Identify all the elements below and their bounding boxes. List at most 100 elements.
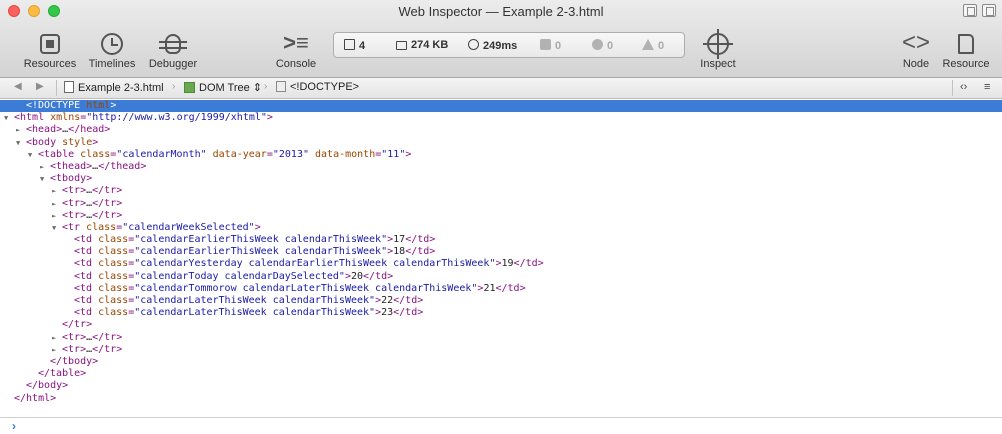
dom-node-markup: <td class="calendarEarlierThisWeek calen… xyxy=(74,246,436,258)
dom-tree-icon xyxy=(184,82,195,93)
console-button[interactable]: >≡ Console xyxy=(270,28,322,76)
dom-node-line[interactable]: <td class="calendarLaterThisWeek calenda… xyxy=(0,307,1002,319)
disclosure-expanded-icon[interactable]: ▼ xyxy=(4,112,14,124)
breadcrumb-node[interactable]: <!DOCTYPE> xyxy=(276,81,359,93)
document-icon xyxy=(938,28,994,58)
breadcrumb-view[interactable]: DOM Tree ⇕ xyxy=(184,81,262,94)
detach-window-icon[interactable] xyxy=(982,4,996,17)
timelines-icon xyxy=(84,28,140,58)
menu-icon[interactable]: ≡ xyxy=(984,81,990,93)
dom-node-markup: <tr>…</tr> xyxy=(62,197,123,209)
dom-node-markup: <tr>…</tr> xyxy=(62,185,123,197)
resources-icon xyxy=(20,28,80,58)
dom-node-markup: <body style> xyxy=(26,136,99,148)
breadcrumb-chevron-icon: › xyxy=(264,81,268,92)
node-details-button[interactable]: <> Node xyxy=(897,28,935,76)
activity-status[interactable]: 4 274 KB 249ms 0 0 0 xyxy=(333,32,685,58)
resource-size: 274 KB xyxy=(396,39,448,51)
dom-node-line[interactable]: <td class="calendarToday calendarDaySele… xyxy=(0,271,1002,283)
back-arrow-icon[interactable]: ◀ xyxy=(14,81,22,92)
debugger-icon xyxy=(144,28,202,58)
dom-node-markup: <td class="calendarLaterThisWeek calenda… xyxy=(74,307,424,319)
dom-node-markup: <table class="calendarMonth" data-year="… xyxy=(38,148,412,160)
load-time: 249ms xyxy=(468,39,517,52)
tab-resources-label: Resources xyxy=(23,58,77,70)
divider xyxy=(56,80,57,96)
resource-count: 4 xyxy=(344,39,365,52)
dock-toggle-icon[interactable] xyxy=(963,4,977,17)
dom-node-markup: <td class="calendarToday calendarDaySele… xyxy=(74,270,394,282)
crosshair-icon xyxy=(694,28,742,60)
code-brackets-icon: <> xyxy=(901,29,931,56)
quick-console[interactable]: › xyxy=(0,417,1002,434)
dom-node-markup: <tr>…</tr> xyxy=(62,343,123,355)
dom-node-line[interactable]: </html> xyxy=(0,393,1002,405)
dom-node-line[interactable]: </body> xyxy=(0,380,1002,392)
disclosure-expanded-icon[interactable]: ▼ xyxy=(40,173,50,185)
dom-node-line[interactable]: ► <tr>…</tr> xyxy=(0,198,1002,210)
disclosure-collapsed-icon[interactable]: ► xyxy=(52,344,62,356)
dom-node-markup: </tr> xyxy=(62,319,93,331)
dom-node-line[interactable]: ► <tr>…</tr> xyxy=(0,185,1002,197)
forward-arrow-icon[interactable]: ▶ xyxy=(36,81,44,92)
log-icon xyxy=(540,39,551,50)
dom-node-line[interactable]: ▼ <html xmlns="http://www.w3.org/1999/xht… xyxy=(0,112,1002,124)
dom-node-line[interactable]: ▼ <tbody> xyxy=(0,173,1002,185)
disclosure-collapsed-icon[interactable]: ► xyxy=(52,210,62,222)
window-title: Web Inspector — Example 2-3.html xyxy=(398,4,604,19)
disclosure-collapsed-icon[interactable]: ► xyxy=(16,124,26,136)
dom-node-markup: <td class="calendarYesterday calendarEar… xyxy=(74,258,544,270)
warning-icon xyxy=(642,39,654,50)
dom-node-line[interactable]: </tr> xyxy=(0,319,1002,331)
disclosure-expanded-icon[interactable]: ▼ xyxy=(52,222,62,234)
disclosure-collapsed-icon[interactable]: ► xyxy=(52,185,62,197)
tab-debugger[interactable]: Debugger xyxy=(144,28,202,76)
warning-count: 0 xyxy=(642,39,664,52)
dom-node-line[interactable]: ► <head>…</head> xyxy=(0,124,1002,136)
console-prompt-icon: › xyxy=(12,419,16,433)
dom-node-markup: <td class="calendarTommorow calendarLate… xyxy=(74,282,526,294)
dom-node-line[interactable]: <td class="calendarEarlierThisWeek calen… xyxy=(0,246,1002,258)
console-icon: >≡ xyxy=(283,30,309,55)
resource-label: Resource xyxy=(942,58,990,70)
disclosure-collapsed-icon[interactable]: ► xyxy=(40,161,50,173)
dom-node-line[interactable]: <td class="calendarTommorow calendarLate… xyxy=(0,283,1002,295)
code-view-icon[interactable]: ‹› xyxy=(960,81,967,93)
breadcrumb-chevron-icon: › xyxy=(172,81,176,92)
disclosure-expanded-icon[interactable]: ▼ xyxy=(28,149,38,161)
dom-node-line[interactable]: ► <tr>…</tr> xyxy=(0,344,1002,356)
dom-node-line[interactable]: </table> xyxy=(0,368,1002,380)
disclosure-expanded-icon[interactable]: ▼ xyxy=(16,137,26,149)
dom-node-markup: </body> xyxy=(26,380,69,392)
clock-icon xyxy=(468,39,479,50)
dom-tree[interactable]: <!DOCTYPE html> ▼ <html xmlns="http://www.… xyxy=(0,100,1002,418)
dom-node-line[interactable]: ▼ <tr class="calendarWeekSelected"> xyxy=(0,222,1002,234)
tab-timelines[interactable]: Timelines xyxy=(84,28,140,76)
dom-node-line[interactable]: ► <tr>…</tr> xyxy=(0,332,1002,344)
tab-resources[interactable]: Resources xyxy=(20,28,80,76)
dom-node-line[interactable]: <td class="calendarLaterThisWeek calenda… xyxy=(0,295,1002,307)
navigation-bar: ◀ ▶ Example 2-3.html › DOM Tree ⇕ › <!DO… xyxy=(0,78,1002,99)
dom-node-line[interactable]: ▼ <table class="calendarMonth" data-year=… xyxy=(0,149,1002,161)
dom-node-markup: </html> xyxy=(14,392,57,404)
title-bar: Web Inspector — Example 2-3.html xyxy=(0,0,1002,22)
dom-node-line[interactable]: <td class="calendarEarlierThisWeek calen… xyxy=(0,234,1002,246)
dom-node-line[interactable]: ► <thead>…</thead> xyxy=(0,161,1002,173)
dom-node-line[interactable]: <!DOCTYPE html> xyxy=(0,100,1002,113)
resource-details-button[interactable]: Resource xyxy=(938,28,994,76)
dom-node-markup: <head>…</head> xyxy=(26,124,111,136)
dom-node-line[interactable]: ▼ <body style> xyxy=(0,137,1002,149)
dom-node-markup: <tr>…</tr> xyxy=(62,331,123,343)
dom-node-line[interactable]: <td class="calendarYesterday calendarEar… xyxy=(0,258,1002,270)
error-icon xyxy=(592,39,603,50)
dom-node-line[interactable]: ► <tr>…</tr> xyxy=(0,210,1002,222)
html-file-icon xyxy=(64,81,74,93)
disclosure-collapsed-icon[interactable]: ► xyxy=(52,332,62,344)
size-icon xyxy=(396,41,407,50)
breadcrumb-file[interactable]: Example 2-3.html xyxy=(64,81,164,94)
disclosure-collapsed-icon[interactable]: ► xyxy=(52,198,62,210)
error-count: 0 xyxy=(592,39,613,52)
dom-node-line[interactable]: </tbody> xyxy=(0,356,1002,368)
inspect-button[interactable]: Inspect xyxy=(694,28,742,76)
node-label: Node xyxy=(902,58,930,70)
